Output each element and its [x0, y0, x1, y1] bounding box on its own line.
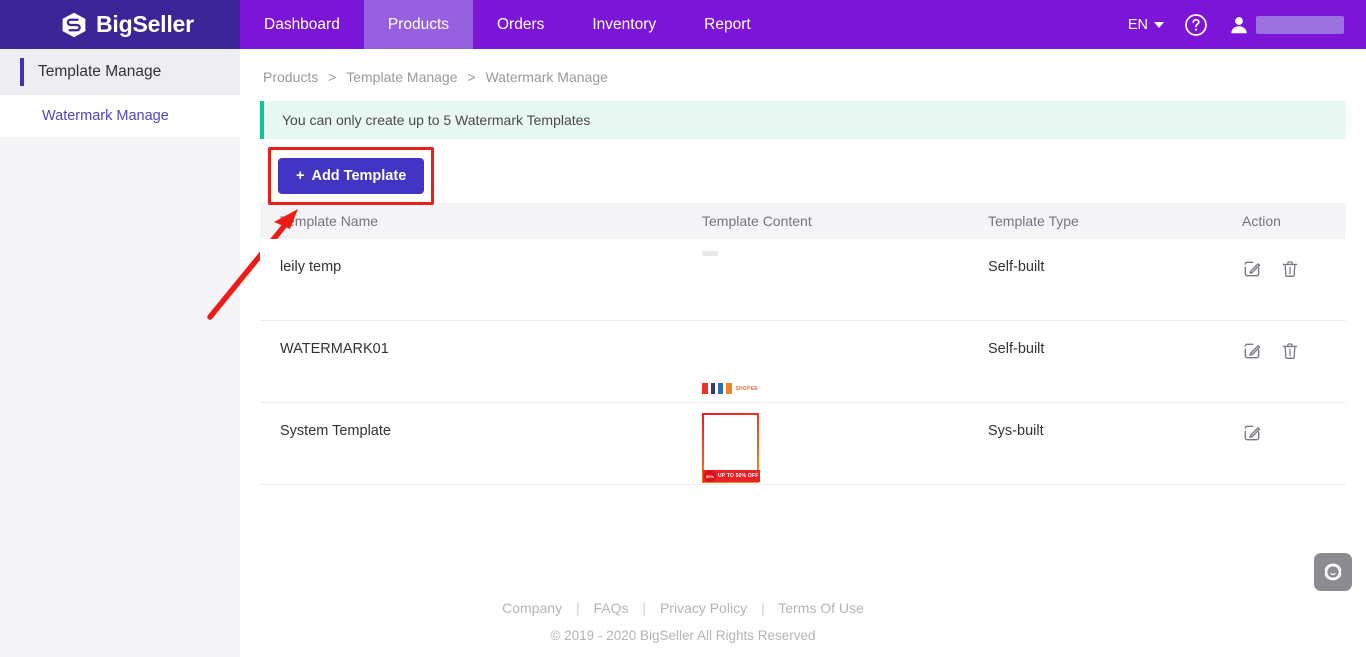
- cell-template-content: SHOPEE: [702, 321, 988, 402]
- column-header-template-name: Template Name: [260, 213, 702, 229]
- thumb-segment: [702, 383, 708, 394]
- template-name-text: System Template: [280, 403, 702, 439]
- template-type-text: Sys-built: [988, 403, 1242, 439]
- nav-item-dashboard[interactable]: Dashboard: [240, 0, 364, 49]
- nav-item-products[interactable]: Products: [364, 0, 473, 49]
- footer-separator: |: [576, 600, 580, 616]
- thumb-segment: [726, 383, 732, 394]
- edit-icon[interactable]: [1242, 259, 1262, 279]
- nav-right-controls: EN: [1128, 0, 1366, 49]
- bigseller-logo-icon: [60, 11, 88, 39]
- user-menu[interactable]: [1228, 14, 1344, 36]
- promo-text: UP TO 50% OFF: [718, 473, 758, 479]
- sidebar: Template Manage Watermark Manage: [0, 49, 240, 657]
- sidebar-item-watermark-manage[interactable]: Watermark Manage: [0, 95, 240, 137]
- support-chat-widget[interactable]: [1314, 553, 1352, 591]
- cell-template-type: Self-built: [988, 239, 1242, 320]
- column-header-action: Action: [1242, 213, 1346, 229]
- thumbnail-promo-banner: 50% UP TO 50% OFF: [703, 470, 760, 482]
- cell-template-type: Sys-built: [988, 403, 1242, 484]
- username-redacted: [1256, 16, 1344, 34]
- brand-logo[interactable]: BigSeller: [56, 0, 240, 49]
- brand-name: BigSeller: [96, 11, 194, 38]
- cell-actions: [1242, 321, 1346, 402]
- nav-item-orders[interactable]: Orders: [473, 0, 568, 49]
- cell-template-type: Self-built: [988, 321, 1242, 402]
- delete-icon[interactable]: [1280, 341, 1300, 361]
- info-alert-banner: You can only create up to 5 Watermark Te…: [260, 101, 1346, 139]
- info-alert-text: You can only create up to 5 Watermark Te…: [282, 112, 590, 128]
- cell-template-name: WATERMARK01: [260, 321, 702, 402]
- table-header-row: Template Name Template Content Template …: [260, 203, 1346, 239]
- empty-thumbnail-placeholder: [702, 251, 718, 256]
- table-row: System Template 50% UP TO 50% OFF Sys-bu…: [260, 403, 1346, 485]
- template-name-text: leily temp: [280, 239, 702, 275]
- footer-links: Company | FAQs | Privacy Policy | Terms …: [0, 600, 1366, 616]
- system-template-thumbnail: 50% UP TO 50% OFF: [702, 413, 759, 483]
- table-row: leily temp Self-built: [260, 239, 1346, 321]
- breadcrumb-separator: >: [467, 69, 475, 85]
- nav-item-report[interactable]: Report: [680, 0, 775, 49]
- add-template-button[interactable]: + Add Template: [278, 158, 424, 194]
- column-header-template-content: Template Content: [702, 213, 988, 229]
- breadcrumb: Products > Template Manage > Watermark M…: [240, 49, 1366, 85]
- template-type-text: Self-built: [988, 321, 1242, 357]
- add-template-label: Add Template: [311, 168, 406, 184]
- help-circle-icon[interactable]: [1184, 13, 1208, 37]
- cell-actions: [1242, 239, 1346, 320]
- footer-link-privacy-policy[interactable]: Privacy Policy: [660, 600, 747, 616]
- footer-link-company[interactable]: Company: [502, 600, 562, 616]
- breadcrumb-item-watermark-manage: Watermark Manage: [485, 69, 607, 85]
- toolbar: + Add Template: [260, 153, 1366, 199]
- footer-link-faqs[interactable]: FAQs: [594, 600, 629, 616]
- thumb-label: SHOPEE: [735, 386, 758, 392]
- footer-separator: |: [761, 600, 765, 616]
- app-page: BigSeller Dashboard Products Orders Inve…: [0, 0, 1366, 657]
- user-avatar-icon: [1228, 14, 1250, 36]
- nav-left-spacer: [0, 0, 56, 49]
- main-content: Products > Template Manage > Watermark M…: [240, 49, 1366, 657]
- discount-badge: 50%: [704, 470, 716, 482]
- breadcrumb-separator: >: [328, 69, 336, 85]
- cell-template-content: 50% UP TO 50% OFF: [702, 403, 988, 484]
- edit-icon[interactable]: [1242, 423, 1262, 443]
- chevron-down-icon: [1154, 22, 1164, 28]
- delete-icon[interactable]: [1280, 259, 1300, 279]
- headset-support-icon: [1321, 560, 1345, 584]
- edit-icon[interactable]: [1242, 341, 1262, 361]
- footer-copyright: © 2019 - 2020 BigSeller All Rights Reser…: [0, 628, 1366, 643]
- footer-separator: |: [642, 600, 646, 616]
- language-selector[interactable]: EN: [1128, 17, 1164, 33]
- page-footer: Company | FAQs | Privacy Policy | Terms …: [0, 600, 1366, 643]
- sidebar-section-template-manage[interactable]: Template Manage: [0, 49, 240, 95]
- plus-icon: +: [296, 168, 304, 184]
- column-header-template-type: Template Type: [988, 213, 1242, 229]
- thumb-segment: [711, 383, 715, 394]
- table-row: WATERMARK01 SHOPEE Self-built: [260, 321, 1346, 403]
- template-name-text: WATERMARK01: [280, 321, 702, 357]
- footer-link-terms-of-use[interactable]: Terms Of Use: [778, 600, 864, 616]
- watermark-thumbnail: SHOPEE: [702, 383, 758, 394]
- watermark-templates-table: Template Name Template Content Template …: [260, 203, 1346, 485]
- thumb-segment: [718, 383, 723, 394]
- cell-template-name: leily temp: [260, 239, 702, 320]
- main-nav-items: Dashboard Products Orders Inventory Repo…: [240, 0, 775, 49]
- cell-actions: [1242, 403, 1346, 484]
- nav-item-inventory[interactable]: Inventory: [568, 0, 680, 49]
- cell-template-content: [702, 239, 988, 320]
- top-navigation-bar: BigSeller Dashboard Products Orders Inve…: [0, 0, 1366, 49]
- template-type-text: Self-built: [988, 239, 1242, 275]
- cell-template-name: System Template: [260, 403, 702, 484]
- breadcrumb-item-products[interactable]: Products: [263, 69, 318, 85]
- language-label: EN: [1128, 17, 1148, 33]
- breadcrumb-item-template-manage[interactable]: Template Manage: [346, 69, 457, 85]
